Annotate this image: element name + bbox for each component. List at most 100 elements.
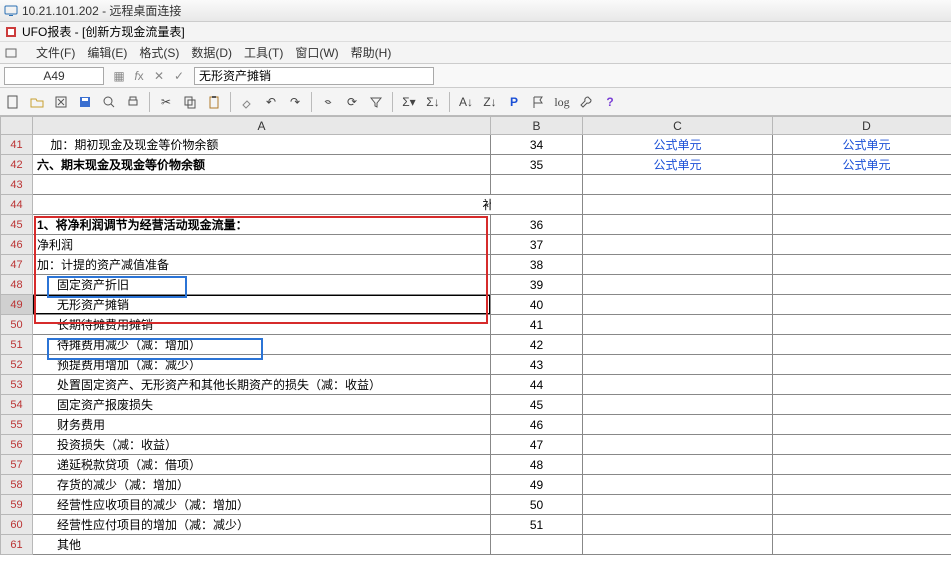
cell-A[interactable]: 投资损失（减：收益） — [33, 435, 491, 455]
table-row[interactable]: 47加：计提的资产减值准备38 — [1, 255, 951, 275]
table-row[interactable]: 451、将净利润调节为经营活动现金流量：36 — [1, 215, 951, 235]
cut-button[interactable]: ✂ — [155, 91, 177, 113]
log-button[interactable]: log — [551, 91, 573, 113]
table-row[interactable]: 43 — [1, 175, 951, 195]
cell-B[interactable]: 38 — [491, 255, 583, 275]
cell-A[interactable]: 六、期末现金及现金等价物余额 — [33, 155, 491, 175]
cell-C[interactable] — [583, 495, 773, 515]
cell-D[interactable] — [773, 535, 951, 555]
cell-C[interactable] — [583, 475, 773, 495]
cell-C[interactable]: 公式单元 — [583, 135, 773, 155]
row-header[interactable]: 59 — [1, 495, 33, 515]
confirm-icon[interactable]: ✓ — [172, 69, 186, 83]
cell-B[interactable]: 36 — [491, 215, 583, 235]
cell-A[interactable]: 经营性应收项目的减少（减：增加） — [33, 495, 491, 515]
cell-D[interactable] — [773, 195, 951, 215]
row-header[interactable]: 57 — [1, 455, 33, 475]
table-row[interactable]: 56 投资损失（减：收益）47 — [1, 435, 951, 455]
cell-A[interactable]: 固定资产折旧 — [33, 275, 491, 295]
row-header[interactable]: 44 — [1, 195, 33, 215]
table-row[interactable]: 57 递延税款贷项（减：借项）48 — [1, 455, 951, 475]
cell-D[interactable] — [773, 375, 951, 395]
cell-B[interactable]: 50 — [491, 495, 583, 515]
cell-C[interactable] — [583, 255, 773, 275]
wrench-button[interactable] — [575, 91, 597, 113]
cell-C[interactable] — [583, 455, 773, 475]
close-button[interactable] — [50, 91, 72, 113]
cell-C[interactable] — [583, 295, 773, 315]
cell-C[interactable] — [583, 355, 773, 375]
cell-D[interactable] — [773, 455, 951, 475]
menu-help[interactable]: 帮助(H) — [351, 44, 392, 61]
cell-B[interactable] — [491, 195, 583, 215]
cell-B[interactable]: 45 — [491, 395, 583, 415]
spreadsheet-grid[interactable]: A B C D 41 加：期初现金及现金等价物余额34公式单元公式单元42六、期… — [0, 116, 951, 581]
system-menu-icon[interactable] — [4, 46, 18, 60]
cell-D[interactable] — [773, 175, 951, 195]
cell-B[interactable]: 35 — [491, 155, 583, 175]
cell-A[interactable]: 1、将净利润调节为经营活动现金流量： — [33, 215, 491, 235]
cell-D[interactable] — [773, 495, 951, 515]
cell-C[interactable] — [583, 275, 773, 295]
table-row[interactable]: 48 固定资产折旧39 — [1, 275, 951, 295]
row-header[interactable]: 41 — [1, 135, 33, 155]
fx-icon[interactable]: fx — [132, 69, 146, 83]
table-row[interactable]: 59 经营性应收项目的减少（减：增加）50 — [1, 495, 951, 515]
cell-D[interactable] — [773, 275, 951, 295]
cell-B[interactable]: 47 — [491, 435, 583, 455]
row-header[interactable]: 60 — [1, 515, 33, 535]
cell-C[interactable] — [583, 195, 773, 215]
redo-button[interactable]: ↷ — [284, 91, 306, 113]
menu-edit[interactable]: 编辑(E) — [87, 44, 127, 61]
col-header-D[interactable]: D — [773, 117, 951, 135]
cell-A[interactable]: 补充资料 — [33, 195, 491, 215]
cell-B[interactable]: 46 — [491, 415, 583, 435]
cell-B[interactable] — [491, 175, 583, 195]
table-row[interactable]: 52 预提费用增加（减：减少）43 — [1, 355, 951, 375]
cell-D[interactable] — [773, 415, 951, 435]
formula-box[interactable]: 无形资产摊销 — [194, 67, 434, 85]
row-header[interactable]: 61 — [1, 535, 33, 555]
row-header[interactable]: 50 — [1, 315, 33, 335]
open-button[interactable] — [26, 91, 48, 113]
sum-button[interactable]: Σ▾ — [398, 91, 420, 113]
cell-D[interactable] — [773, 315, 951, 335]
cell-A[interactable]: 经营性应付项目的增加（减：减少） — [33, 515, 491, 535]
cell-D[interactable] — [773, 295, 951, 315]
undo-button[interactable]: ↶ — [260, 91, 282, 113]
sort-asc-button[interactable]: A↓ — [455, 91, 477, 113]
table-row[interactable]: 44补充资料 — [1, 195, 951, 215]
cell-B[interactable]: 39 — [491, 275, 583, 295]
cell-C[interactable] — [583, 375, 773, 395]
table-row[interactable]: 41 加：期初现金及现金等价物余额34公式单元公式单元 — [1, 135, 951, 155]
table-row[interactable]: 54 固定资产报废损失45 — [1, 395, 951, 415]
cell-C[interactable] — [583, 215, 773, 235]
row-header[interactable]: 42 — [1, 155, 33, 175]
cell-B[interactable]: 34 — [491, 135, 583, 155]
cell-D[interactable] — [773, 475, 951, 495]
cell-B[interactable]: 43 — [491, 355, 583, 375]
menu-window[interactable]: 窗口(W) — [295, 44, 338, 61]
col-header-B[interactable]: B — [491, 117, 583, 135]
paste-button[interactable] — [203, 91, 225, 113]
row-header[interactable]: 45 — [1, 215, 33, 235]
cell-A[interactable]: 处置固定资产、无形资产和其他长期资产的损失（减：收益） — [33, 375, 491, 395]
cell-A[interactable]: 财务费用 — [33, 415, 491, 435]
row-header[interactable]: 46 — [1, 235, 33, 255]
brush-button[interactable] — [236, 91, 258, 113]
cell-D[interactable] — [773, 515, 951, 535]
cell-A[interactable]: 加：计提的资产减值准备 — [33, 255, 491, 275]
print-button[interactable] — [122, 91, 144, 113]
cell-A[interactable]: 存货的减少（减：增加） — [33, 475, 491, 495]
flag-button[interactable] — [527, 91, 549, 113]
row-header[interactable]: 51 — [1, 335, 33, 355]
row-header[interactable]: 56 — [1, 435, 33, 455]
cell-C[interactable] — [583, 435, 773, 455]
p-button[interactable]: P — [503, 91, 525, 113]
menu-tools[interactable]: 工具(T) — [244, 44, 283, 61]
cell-C[interactable] — [583, 395, 773, 415]
table-row[interactable]: 61 其他 — [1, 535, 951, 555]
cell-A[interactable]: 加：期初现金及现金等价物余额 — [33, 135, 491, 155]
cell-B[interactable]: 49 — [491, 475, 583, 495]
name-box[interactable]: A49 — [4, 67, 104, 85]
